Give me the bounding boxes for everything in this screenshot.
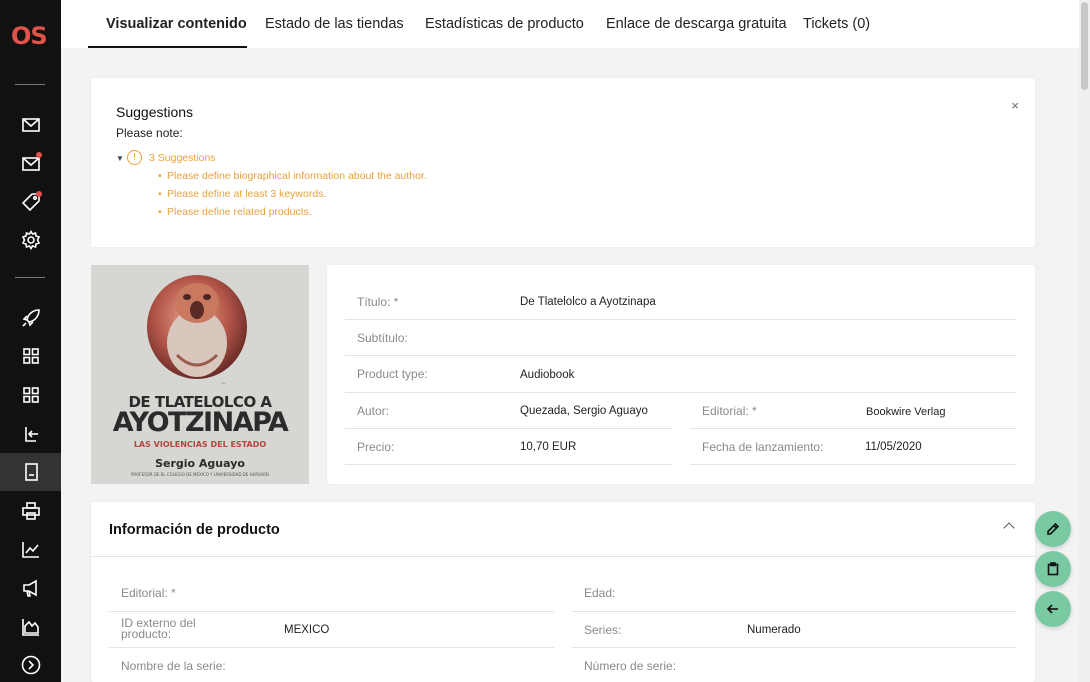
product-details-card: Título: * De Tlatelolco a Ayotzinapa Sub… xyxy=(327,265,1035,484)
divider xyxy=(109,647,554,648)
editorial-label: Editorial: * xyxy=(702,404,757,418)
cover-subtitle: LAS VIOLENCIAS DEL ESTADO xyxy=(133,440,267,449)
grid-icon[interactable] xyxy=(20,345,41,366)
svg-text:~: ~ xyxy=(221,380,226,387)
id-externo-label-line2: producto: xyxy=(121,627,172,641)
divider xyxy=(91,556,1035,557)
printer-icon[interactable] xyxy=(20,500,41,521)
tab-bar: Visualizar contenido Estado de las tiend… xyxy=(61,0,1079,48)
notification-dot xyxy=(36,152,42,158)
area-chart-icon[interactable] xyxy=(20,616,41,637)
numero-serie-label: Número de serie: xyxy=(584,659,677,673)
id-externo-label: ID externo del producto: xyxy=(121,617,196,641)
cover-title-line2: AYOTZINAPA xyxy=(112,407,289,438)
series-value: Numerado xyxy=(747,624,801,636)
divider xyxy=(690,464,1016,465)
suggestion-item: Please define related products. xyxy=(158,206,312,218)
divider xyxy=(572,647,1016,648)
expand-icon[interactable] xyxy=(20,654,41,675)
tab-enlace-descarga[interactable]: Enlace de descarga gratuita xyxy=(606,0,787,48)
megaphone-icon[interactable] xyxy=(20,577,41,598)
autor-value: Quezada, Sergio Aguayo xyxy=(520,405,648,417)
suggestions-title: Suggestions xyxy=(116,104,194,120)
product-type-value: Audiobook xyxy=(520,369,575,381)
fecha-lanzamiento-value: 11/05/2020 xyxy=(865,441,922,453)
titulo-value: De Tlatelolco a Ayotzinapa xyxy=(520,296,656,308)
scrollbar-thumb[interactable] xyxy=(1081,2,1088,90)
document-icon[interactable] xyxy=(20,461,41,482)
editorial-value: Bookwire Verlag xyxy=(866,406,946,418)
tab-visualizar-contenido[interactable]: Visualizar contenido xyxy=(88,0,247,48)
caret-down-icon[interactable]: ▼ xyxy=(116,154,124,163)
grid-icon-2[interactable] xyxy=(20,384,41,405)
suggestion-item: Please define at least 3 keywords. xyxy=(158,188,326,200)
series-label: Series: xyxy=(584,623,622,637)
warning-icon: ! xyxy=(127,150,142,165)
tab-estado-tiendas[interactable]: Estado de las tiendas xyxy=(265,0,404,48)
suggestions-card: Suggestions Please note: × ▼ ! 3 Suggest… xyxy=(91,78,1035,247)
autor-label: Autor: xyxy=(357,404,390,418)
arrow-left-icon xyxy=(1046,604,1058,614)
divider xyxy=(345,428,672,429)
product-type-label: Product type: xyxy=(357,367,428,381)
suggestion-item: Please define biographical information a… xyxy=(158,170,427,182)
edad-label: Edad: xyxy=(584,586,616,600)
precio-label: Precio: xyxy=(357,440,395,454)
sidebar-divider xyxy=(15,277,45,278)
mail-icon[interactable] xyxy=(20,114,41,135)
import-icon[interactable] xyxy=(20,423,41,444)
back-button[interactable] xyxy=(1035,591,1071,627)
titulo-label: Título: * xyxy=(357,295,399,309)
app-logo[interactable]: OS xyxy=(11,22,48,50)
book-cover-image: ~ DE TLATELOLCO A AYOTZINAPA LAS VIOLENC… xyxy=(91,265,309,484)
clipboard-button[interactable] xyxy=(1035,551,1071,587)
nombre-serie-label: Nombre de la serie: xyxy=(121,659,226,673)
tab-tickets[interactable]: Tickets (0) xyxy=(803,0,870,48)
suggestions-count[interactable]: 3 Suggestions xyxy=(149,152,216,164)
id-externo-value: MEXICO xyxy=(284,624,330,636)
rocket-icon[interactable] xyxy=(20,307,41,328)
divider xyxy=(572,611,1016,612)
cover-author: Sergio Aguayo xyxy=(155,457,245,470)
product-info-title: Información de producto xyxy=(109,522,280,538)
suggestions-note: Please note: xyxy=(116,126,183,140)
scrollbar[interactable] xyxy=(1079,0,1090,682)
divider xyxy=(345,392,1016,393)
info-editorial-label: Editorial: * xyxy=(121,586,176,600)
chevron-up-icon[interactable] xyxy=(1003,522,1015,534)
precio-value: 10,70 EUR xyxy=(520,441,577,453)
pencil-icon xyxy=(1047,522,1060,535)
sidebar-divider xyxy=(15,84,45,85)
divider xyxy=(345,464,672,465)
divider xyxy=(345,319,1016,320)
clipboard-icon xyxy=(1047,562,1059,576)
cover-artwork: ~ xyxy=(147,275,247,387)
notification-dot xyxy=(36,191,42,197)
tab-estadisticas-producto[interactable]: Estadísticas de producto xyxy=(425,0,584,48)
fecha-lanzamiento-label: Fecha de lanzamiento: xyxy=(702,440,824,454)
subtitulo-label: Subtítulo: xyxy=(357,331,408,345)
settings-icon[interactable] xyxy=(20,229,41,250)
divider xyxy=(345,355,1016,356)
edit-button[interactable] xyxy=(1035,511,1071,547)
chart-line-icon[interactable] xyxy=(20,538,41,559)
divider xyxy=(109,611,554,612)
product-info-card: Información de producto Editorial: * Eda… xyxy=(91,502,1035,682)
divider xyxy=(690,428,1016,429)
sidebar: OS xyxy=(0,0,61,682)
cover-affiliation: PROFESOR DE EL COLEGIO DE MÉXICO Y UNIVE… xyxy=(130,472,270,477)
close-icon[interactable]: × xyxy=(1011,98,1019,113)
